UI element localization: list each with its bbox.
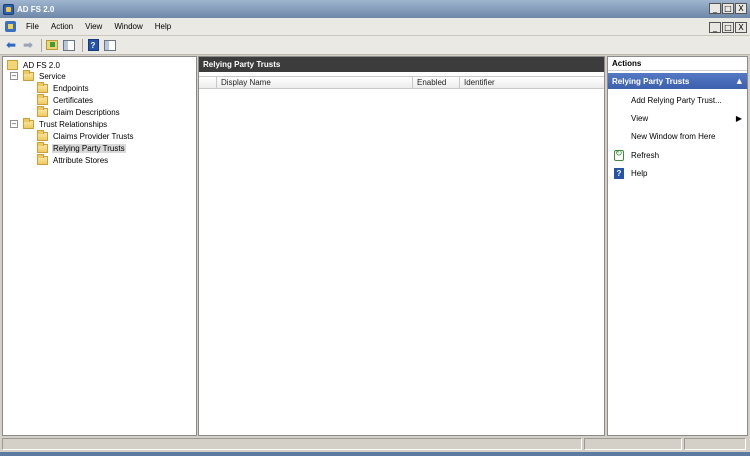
folder-icon (37, 93, 48, 105)
column-header-icon[interactable] (199, 77, 217, 88)
tree-label: Claims Provider Trusts (53, 131, 134, 141)
window-controls: _ □ X (709, 3, 747, 14)
tree-label: Attribute Stores (53, 155, 109, 165)
help-icon: ? (614, 167, 624, 179)
back-button[interactable]: ⬅ (4, 38, 18, 52)
menu-bar: File Action View Window Help _ □ X (0, 18, 750, 36)
tree-item-attribute-stores[interactable]: Attribute Stores (37, 153, 109, 166)
show-hide-tree-icon (63, 39, 75, 51)
menu-window[interactable]: Window (108, 22, 148, 31)
results-pane-header: Relying Party Trusts (199, 57, 604, 72)
doc-restore-button[interactable]: □ (722, 22, 734, 33)
column-header-display-name[interactable]: Display Name (217, 77, 413, 88)
menu-help[interactable]: Help (149, 22, 177, 31)
menu-view[interactable]: View (79, 22, 108, 31)
toolbar: ⬅ ➡ ? (0, 36, 750, 55)
action-label: Help (631, 168, 648, 178)
doc-minimize-button[interactable]: _ (709, 22, 721, 33)
folder-icon (37, 153, 48, 165)
actions-pane: Actions Relying Party Trusts ▲ Add Relyi… (607, 56, 748, 436)
tree-item-service[interactable]: Service (23, 69, 67, 82)
tree-label: Endpoints (53, 83, 89, 93)
menu-file[interactable]: File (20, 22, 45, 31)
actions-section-label: Relying Party Trusts (612, 76, 690, 86)
folder-icon (23, 69, 34, 81)
title-bar[interactable]: AD FS 2.0 _ □ X (0, 0, 750, 18)
tree-item-claim-descriptions[interactable]: Claim Descriptions (37, 105, 121, 118)
tree-label: Trust Relationships (39, 119, 108, 129)
toolbar-separator (82, 38, 83, 52)
status-panel-main (2, 438, 582, 450)
help-toolbar-button[interactable]: ? (86, 38, 100, 52)
close-button[interactable]: X (735, 3, 747, 14)
action-label: Add Relying Party Trust... (631, 95, 722, 105)
up-folder-icon (46, 40, 58, 50)
forward-button[interactable]: ➡ (21, 38, 35, 52)
up-one-level-button[interactable] (45, 38, 59, 52)
tree-item-certificates[interactable]: Certificates (37, 93, 94, 106)
tree-label: Service (39, 71, 66, 81)
submenu-arrow-icon: ▶ (735, 113, 742, 123)
menu-action[interactable]: Action (45, 22, 79, 31)
doc-close-button[interactable]: X (735, 22, 747, 33)
tree-item-relying-party-trusts[interactable]: Relying Party Trusts (37, 141, 126, 154)
mmc-console-icon[interactable] (5, 21, 16, 32)
status-bar (0, 437, 750, 451)
action-new-window-from-here[interactable]: New Window from Here (608, 129, 747, 143)
collapse-trust-relationships-toggle[interactable]: − (10, 120, 18, 128)
status-panel-middle (584, 438, 682, 450)
action-refresh[interactable]: Refresh (608, 148, 747, 162)
action-view[interactable]: View ▶ (608, 111, 747, 125)
show-hide-action-pane-icon (104, 39, 116, 51)
folder-icon (37, 141, 48, 153)
window-title: AD FS 2.0 (17, 4, 55, 14)
action-help[interactable]: ? Help (608, 166, 747, 180)
tree-item-endpoints[interactable]: Endpoints (37, 81, 90, 94)
results-pane: Relying Party Trusts Display Name Enable… (198, 56, 605, 436)
minimize-button[interactable]: _ (709, 3, 721, 14)
show-hide-tree-button[interactable] (62, 38, 76, 52)
tree-label: Claim Descriptions (53, 107, 120, 117)
console-tree-pane: AD FS 2.0 − Service Endpoints Certificat… (2, 56, 197, 436)
forward-arrow-icon: ➡ (22, 38, 34, 52)
adfs-root-icon (7, 60, 18, 70)
toolbar-separator (41, 38, 42, 52)
window-bottom-edge (0, 452, 750, 456)
list-column-headers: Display Name Enabled Identifier (199, 76, 604, 89)
actions-section-header[interactable]: Relying Party Trusts ▲ (608, 73, 747, 89)
back-arrow-icon: ⬅ (5, 38, 17, 52)
collapse-caret-icon[interactable]: ▲ (737, 77, 742, 85)
show-hide-action-pane-button[interactable] (103, 38, 117, 52)
tree-item-trust-relationships[interactable]: Trust Relationships (23, 117, 108, 130)
action-label: Refresh (631, 150, 660, 160)
help-icon: ? (87, 39, 99, 51)
action-add-relying-party-trust[interactable]: Add Relying Party Trust... (608, 93, 747, 107)
collapse-service-toggle[interactable]: − (10, 72, 18, 80)
column-header-identifier[interactable]: Identifier (460, 77, 604, 88)
folder-icon (37, 129, 48, 141)
column-header-enabled[interactable]: Enabled (413, 77, 460, 88)
status-panel-right (684, 438, 746, 450)
tree-item-claims-provider-trusts[interactable]: Claims Provider Trusts (37, 129, 134, 142)
restore-button[interactable]: □ (722, 3, 734, 14)
folder-icon (23, 117, 34, 129)
refresh-icon (614, 149, 624, 161)
tree-label: AD FS 2.0 (23, 60, 60, 70)
document-window-controls: _ □ X (709, 22, 747, 33)
adfs-app-icon (3, 3, 14, 15)
actions-pane-title: Actions (608, 57, 747, 71)
folder-icon (37, 105, 48, 117)
action-label: New Window from Here (631, 131, 716, 141)
folder-icon (37, 81, 48, 93)
tree-label-selected: Relying Party Trusts (52, 143, 126, 153)
action-label: View (631, 113, 649, 123)
tree-label: Certificates (53, 95, 94, 105)
